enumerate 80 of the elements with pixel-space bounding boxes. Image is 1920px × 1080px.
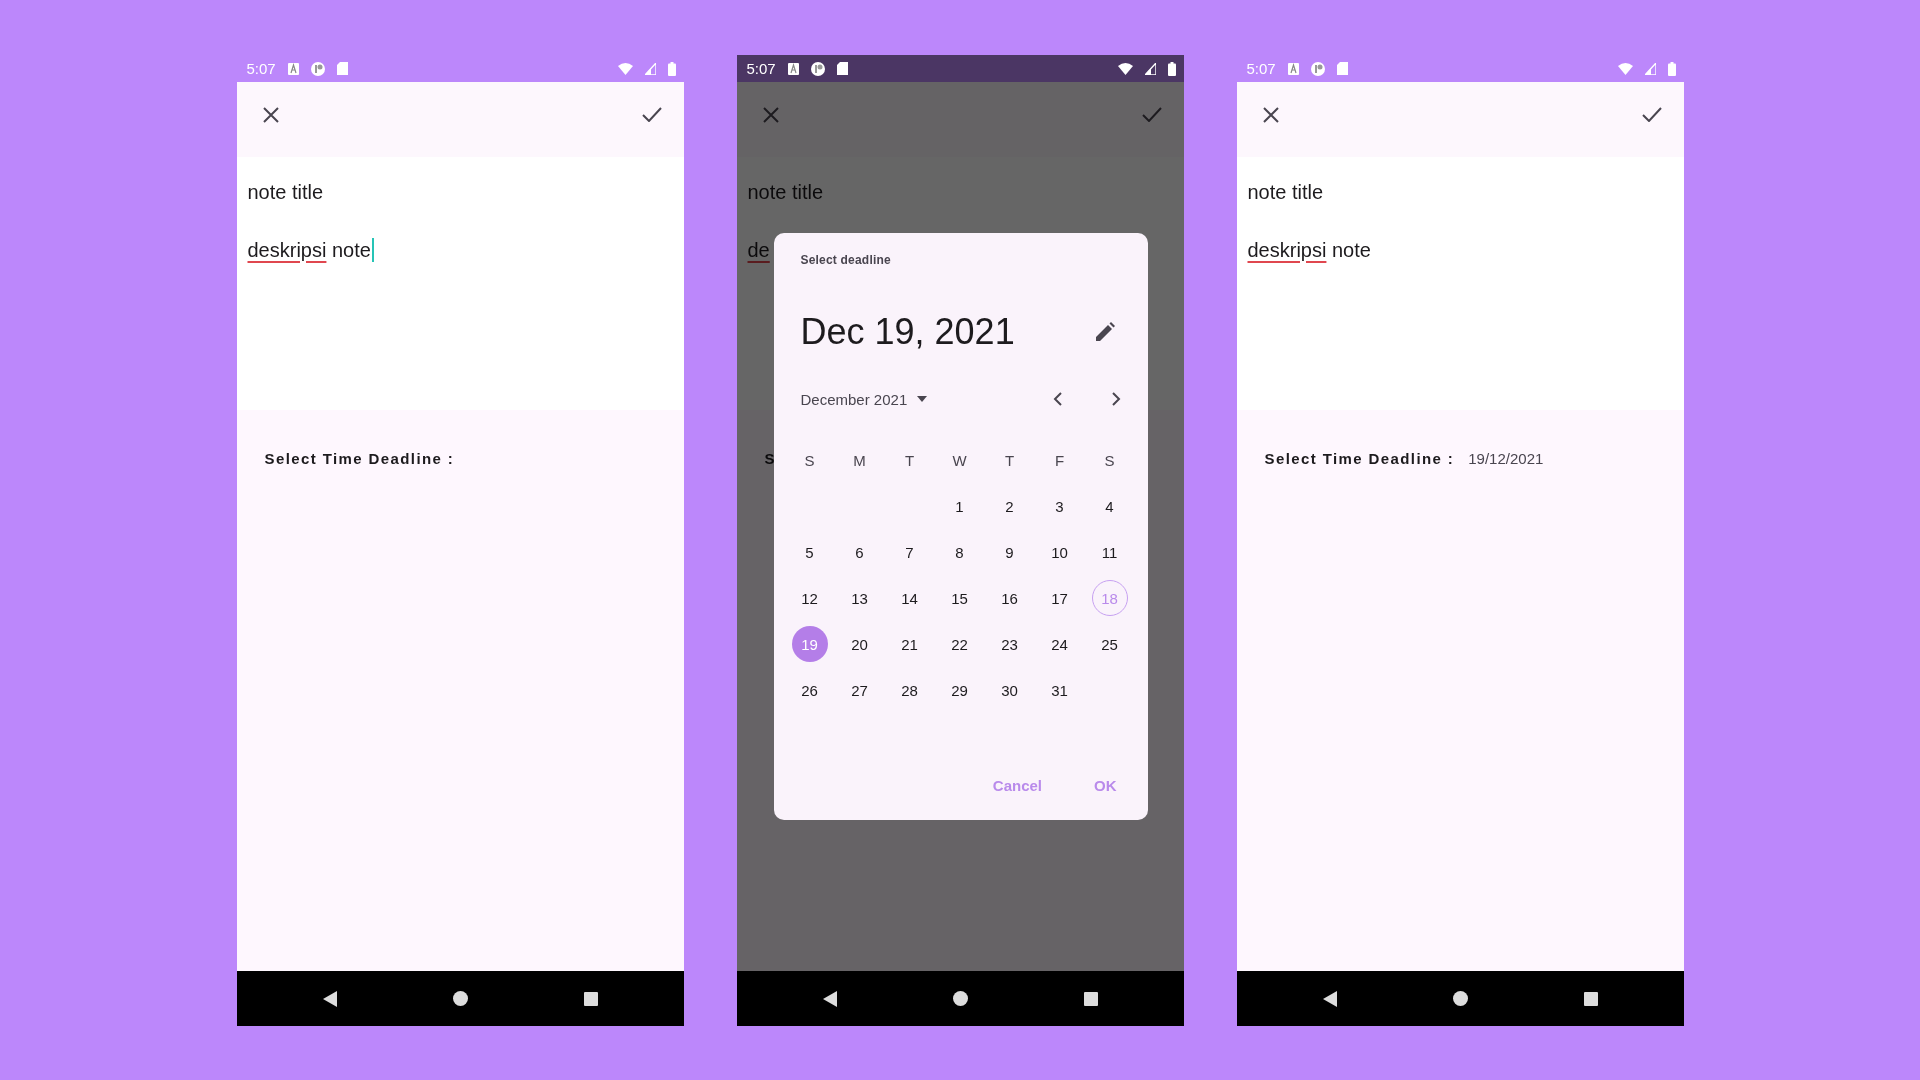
recents-icon[interactable] — [1583, 991, 1598, 1006]
signal-icon — [1144, 62, 1156, 75]
calendar-day[interactable]: 3 — [1034, 483, 1085, 529]
dialog-header: Select deadline — [799, 253, 892, 267]
signal-icon — [644, 62, 656, 75]
weekday-label: M — [852, 450, 867, 471]
calendar-day[interactable]: 24 — [1034, 621, 1085, 667]
calendar-day[interactable]: 29 — [934, 667, 985, 713]
back-icon[interactable] — [1322, 990, 1337, 1007]
circle-notification-icon — [810, 61, 825, 76]
calendar-day[interactable]: 27 — [834, 667, 885, 713]
next-month-icon[interactable] — [1110, 392, 1121, 406]
previous-month-icon[interactable] — [1052, 392, 1063, 406]
wifi-icon — [1617, 62, 1633, 75]
calendar-day[interactable]: 8 — [934, 529, 985, 575]
calendar-day[interactable]: 4 — [1084, 483, 1135, 529]
calendar-day[interactable]: 26 — [784, 667, 835, 713]
calendar-day[interactable]: 2 — [984, 483, 1035, 529]
wifi-icon — [617, 62, 633, 75]
battery-icon — [667, 61, 676, 76]
signal-icon — [1644, 62, 1656, 75]
calendar-day[interactable]: 15 — [934, 575, 985, 621]
weekday-label: S — [803, 450, 816, 471]
home-icon[interactable] — [952, 991, 968, 1006]
calendar-day[interactable]: 21 — [884, 621, 935, 667]
month-selector[interactable]: December 2021 — [800, 390, 928, 408]
status-time: 5:07 — [1246, 60, 1276, 77]
deadline-label: Select Time Deadline : — [264, 450, 455, 467]
circle-notification-icon — [310, 61, 325, 76]
calendar-day[interactable]: 31 — [1034, 667, 1085, 713]
deadline-label: S — [764, 450, 776, 467]
calendar-day[interactable]: 13 — [834, 575, 885, 621]
selected-date: Dec 19, 2021 — [800, 311, 1015, 353]
home-icon[interactable] — [1452, 991, 1468, 1006]
calendar-day[interactable]: 6 — [834, 529, 885, 575]
battery-icon — [1167, 61, 1176, 76]
title-field[interactable]: note title — [247, 177, 673, 207]
calendar-day[interactable]: 25 — [1084, 621, 1135, 667]
weekday-label: W — [951, 450, 968, 471]
weekday-label: F — [1053, 450, 1066, 471]
weekday-label: S — [1103, 450, 1116, 471]
back-icon[interactable] — [322, 990, 337, 1007]
title-field[interactable]: note title — [1247, 177, 1673, 207]
calendar-day[interactable]: 17 — [1034, 575, 1085, 621]
sd-card-icon — [836, 62, 848, 75]
status-time: 5:07 — [746, 60, 776, 77]
recents-icon[interactable] — [583, 991, 598, 1006]
keyboard-notification-icon — [787, 62, 799, 75]
deadline-value: 19/12/2021 — [1468, 450, 1544, 467]
keyboard-notification-icon — [1287, 62, 1299, 75]
calendar-day[interactable]: 28 — [884, 667, 935, 713]
recents-icon[interactable] — [1083, 991, 1098, 1006]
calendar-day[interactable]: 7 — [884, 529, 935, 575]
calendar-day[interactable]: 20 — [834, 621, 885, 667]
wifi-icon — [1117, 62, 1133, 75]
calendar-day[interactable]: 12 — [784, 575, 835, 621]
battery-icon — [1667, 61, 1676, 76]
sd-card-icon — [1336, 62, 1348, 75]
deadline-label: Select Time Deadline : — [1264, 450, 1455, 467]
calendar-day[interactable]: 5 — [784, 529, 835, 575]
caret-icon — [917, 396, 928, 402]
calendar-day[interactable]: 11 — [1084, 529, 1135, 575]
calendar-day[interactable]: 16 — [984, 575, 1035, 621]
home-icon[interactable] — [452, 991, 468, 1006]
calendar-day[interactable]: 10 — [1034, 529, 1085, 575]
calendar-day[interactable]: 9 — [984, 529, 1035, 575]
calendar-day[interactable]: 22 — [934, 621, 985, 667]
keyboard-notification-icon — [287, 62, 299, 75]
circle-notification-icon — [1310, 61, 1325, 76]
description-field[interactable]: deskripsi note — [1247, 235, 1673, 265]
calendar-day[interactable]: 1 — [934, 483, 985, 529]
back-icon[interactable] — [822, 990, 837, 1007]
calendar-day[interactable]: 14 — [884, 575, 935, 621]
calendar-day[interactable]: 23 — [984, 621, 1035, 667]
description-field[interactable]: deskripsi note — [247, 235, 673, 265]
status-time: 5:07 — [246, 60, 276, 77]
weekday-label: T — [1003, 450, 1016, 471]
sd-card-icon — [336, 62, 348, 75]
calendar-day[interactable]: 30 — [984, 667, 1035, 713]
weekday-label: T — [903, 450, 916, 471]
